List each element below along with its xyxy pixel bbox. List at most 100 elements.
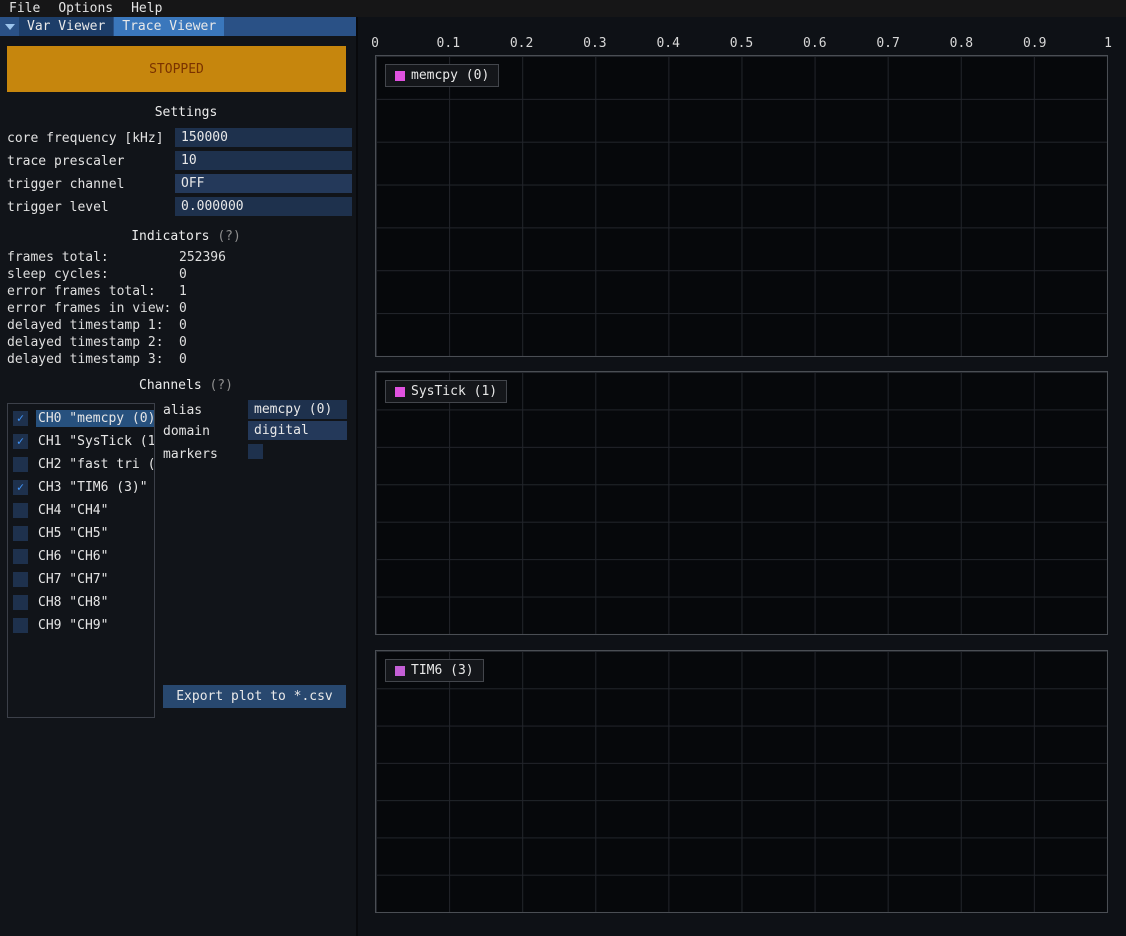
time-tick-label: 0.1 [437, 36, 460, 51]
menu-help[interactable]: Help [122, 1, 171, 16]
plot-1[interactable]: SysTick (1) [375, 371, 1108, 635]
indicator-value: 1 [179, 284, 187, 301]
tab-bar: Var ViewerTrace Viewer [0, 17, 356, 36]
settings-title-text: Settings [155, 105, 218, 120]
export-csv-button[interactable]: Export plot to *.csv [163, 685, 346, 708]
channel-checkbox[interactable] [13, 572, 28, 587]
channel-label: CH1 "SysTick (1)" [36, 433, 154, 450]
channel-row-9[interactable]: CH9 "CH9" [8, 614, 154, 637]
alias-label: alias [163, 403, 202, 418]
indicator-row: error frames in view:0 [0, 301, 356, 318]
setting-combo-2[interactable]: OFF [175, 174, 352, 193]
plot-panel: 00.10.20.30.40.50.60.70.80.91 memcpy (0)… [358, 17, 1126, 936]
time-tick-label: 0.6 [803, 36, 826, 51]
channel-checkbox[interactable] [13, 618, 28, 633]
triangle-down-icon [5, 24, 15, 30]
settings-rows: core frequency [kHz] 150000 trace prescale… [0, 127, 356, 219]
channel-row-4[interactable]: CH4 "CH4" [8, 499, 154, 522]
channel-label: CH9 "CH9" [36, 617, 154, 634]
indicator-label: error frames in view: [7, 301, 179, 318]
channel-checkbox[interactable] [13, 526, 28, 541]
settings-row: trigger channel OFF [0, 173, 356, 196]
time-tick-label: 0 [371, 36, 379, 51]
markers-checkbox[interactable] [248, 444, 263, 459]
channel-row-1[interactable]: ✓ CH1 "SysTick (1)" [8, 430, 154, 453]
setting-label: core frequency [kHz] [7, 131, 164, 146]
indicators-title-text: Indicators [131, 229, 209, 244]
channel-checkbox[interactable]: ✓ [13, 480, 28, 495]
setting-label: trigger level [7, 200, 109, 215]
channel-label: CH0 "memcpy (0)" [36, 410, 154, 427]
acquisition-state-button[interactable]: STOPPED [7, 46, 346, 92]
alias-input[interactable]: memcpy (0) [248, 400, 347, 419]
setting-label: trigger channel [7, 177, 124, 192]
channel-row-2[interactable]: CH2 "fast tri (2)" [8, 453, 154, 476]
setting-input-0[interactable]: 150000 [175, 128, 352, 147]
plot-0[interactable]: memcpy (0) [375, 55, 1108, 357]
channel-checkbox[interactable]: ✓ [13, 434, 28, 449]
tab-trace-viewer[interactable]: Trace Viewer [114, 17, 224, 36]
settings-row: core frequency [kHz] 150000 [0, 127, 356, 150]
tab-var-viewer[interactable]: Var Viewer [19, 17, 113, 36]
setting-label: trace prescaler [7, 154, 124, 169]
indicators-help-icon[interactable]: (?) [217, 229, 240, 244]
legend-label: SysTick (1) [411, 384, 497, 399]
settings-row: trigger level 0.000000 [0, 196, 356, 219]
channel-checkbox[interactable]: ✓ [13, 411, 28, 426]
time-tick-label: 0.5 [730, 36, 753, 51]
indicator-label: delayed timestamp 1: [7, 318, 179, 335]
channel-checkbox[interactable] [13, 503, 28, 518]
collapse-window-button[interactable] [0, 17, 19, 36]
indicator-label: sleep cycles: [7, 267, 179, 284]
indicator-value: 0 [179, 352, 187, 369]
indicator-label: delayed timestamp 3: [7, 352, 179, 369]
channel-checkbox[interactable] [13, 457, 28, 472]
legend-label: TIM6 (3) [411, 663, 474, 678]
setting-input-1[interactable]: 10 [175, 151, 352, 170]
indicator-label: frames total: [7, 250, 179, 267]
plot-2[interactable]: TIM6 (3) [375, 650, 1108, 913]
indicator-rows: frames total:252396sleep cycles:0error f… [0, 250, 356, 369]
markers-label: markers [163, 447, 218, 462]
channel-label: CH2 "fast tri (2)" [36, 456, 154, 473]
channel-label: CH5 "CH5" [36, 525, 154, 542]
indicators-section-title: Indicators (?) [0, 229, 356, 244]
channel-label: CH4 "CH4" [36, 502, 154, 519]
plot-legend[interactable]: TIM6 (3) [385, 659, 484, 682]
channel-checkbox[interactable] [13, 549, 28, 564]
menu-file[interactable]: File [0, 1, 49, 16]
indicator-label: delayed timestamp 2: [7, 335, 179, 352]
channel-row-5[interactable]: CH5 "CH5" [8, 522, 154, 545]
legend-marker-icon [395, 387, 405, 397]
channels-help-icon[interactable]: (?) [209, 378, 232, 393]
time-tick-label: 0.4 [656, 36, 679, 51]
menu-options[interactable]: Options [49, 1, 122, 16]
domain-select[interactable]: digital [248, 421, 347, 440]
time-tick-label: 0.9 [1023, 36, 1046, 51]
channel-row-6[interactable]: CH6 "CH6" [8, 545, 154, 568]
indicator-value: 0 [179, 301, 187, 318]
channels-title-text: Channels [139, 378, 202, 393]
control-panel: Var ViewerTrace Viewer STOPPED Settings … [0, 17, 356, 936]
channel-label: CH8 "CH8" [36, 594, 154, 611]
channel-row-8[interactable]: CH8 "CH8" [8, 591, 154, 614]
channel-label: CH6 "CH6" [36, 548, 154, 565]
channel-row-0[interactable]: ✓ CH0 "memcpy (0)" [8, 407, 154, 430]
channel-row-3[interactable]: ✓CH3 "TIM6 (3)" [8, 476, 154, 499]
setting-input-3[interactable]: 0.000000 [175, 197, 352, 216]
plot-legend[interactable]: memcpy (0) [385, 64, 499, 87]
indicator-row: delayed timestamp 1:0 [0, 318, 356, 335]
channel-checkbox[interactable] [13, 595, 28, 610]
channels-section-title: Channels (?) [0, 378, 356, 393]
indicator-value: 0 [179, 318, 187, 335]
indicator-row: error frames total:1 [0, 284, 356, 301]
channel-row-7[interactable]: CH7 "CH7" [8, 568, 154, 591]
indicator-row: frames total:252396 [0, 250, 356, 267]
menu-bar: FileOptionsHelp [0, 0, 1126, 17]
indicator-row: sleep cycles:0 [0, 267, 356, 284]
indicator-row: delayed timestamp 2:0 [0, 335, 356, 352]
plot-legend[interactable]: SysTick (1) [385, 380, 507, 403]
settings-row: trace prescaler 10 [0, 150, 356, 173]
indicator-row: delayed timestamp 3:0 [0, 352, 356, 369]
time-tick-label: 1 [1104, 36, 1112, 51]
